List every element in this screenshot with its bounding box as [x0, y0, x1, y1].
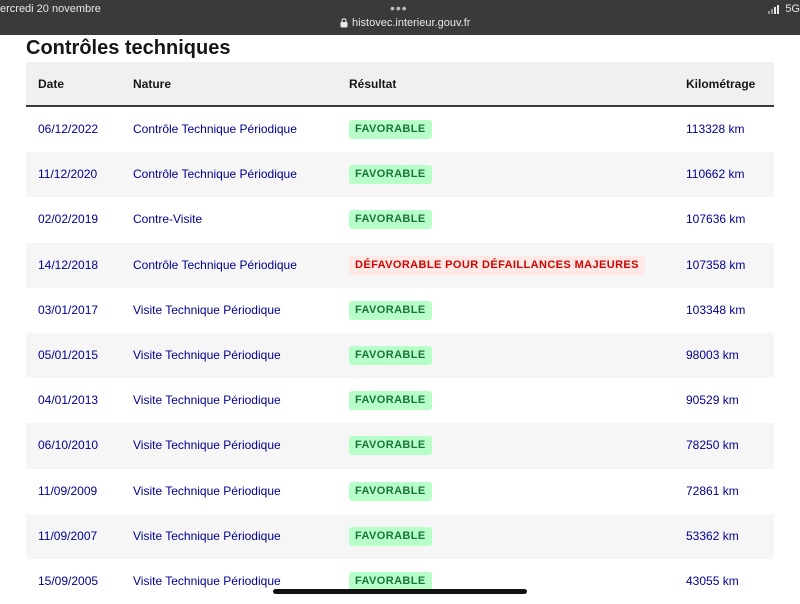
- result-badge: FAVORABLE: [349, 345, 432, 365]
- row-nature: Visite Technique Périodique: [133, 573, 281, 588]
- browser-status-bar: ercredi 20 novembre ••• histovec.interie…: [0, 0, 800, 35]
- result-badge: FAVORABLE: [349, 165, 432, 185]
- row-mileage: 107358 km: [686, 257, 746, 272]
- more-options-icon[interactable]: •••: [390, 0, 408, 16]
- page-title: Contrôles techniques: [26, 37, 231, 59]
- table-row: 05/01/2015 Visite Technique Périodique FAV…: [26, 332, 774, 379]
- table-row: 14/12/2018 Contrôle Technique Périodique D…: [26, 242, 774, 288]
- result-badge: FAVORABLE: [349, 210, 432, 230]
- row-date: 14/12/2018: [38, 257, 99, 272]
- result-badge: FAVORABLE: [349, 120, 432, 139]
- row-date: 11/09/2009: [38, 483, 98, 498]
- status-date: ercredi 20 novembre: [0, 3, 101, 15]
- lock-icon: [340, 18, 348, 28]
- row-mileage: 43055 km: [686, 573, 739, 588]
- row-mileage: 90529 km: [686, 393, 739, 408]
- url-text: histovec.interieur.gouv.fr: [352, 17, 471, 29]
- row-date: 05/01/2015: [38, 347, 99, 362]
- table-row: 15/09/2005 Visite Technique Périodique FAV…: [26, 558, 774, 604]
- result-badge: FAVORABLE: [349, 300, 432, 320]
- row-mileage: 98003 km: [686, 347, 739, 362]
- header-nature[interactable]: Nature: [133, 62, 171, 107]
- row-date: 03/01/2017: [38, 302, 99, 317]
- row-nature: Contrôle Technique Périodique: [133, 167, 297, 182]
- result-badge: DÉFAVORABLE POUR DÉFAILLANCES MAJEURES: [349, 255, 645, 275]
- row-mileage: 107636 km: [686, 212, 746, 227]
- header-result[interactable]: Résultat: [349, 62, 396, 107]
- table-body: 06/12/2022 Contrôle Technique Périodique F…: [26, 107, 774, 604]
- row-nature: Visite Technique Périodique: [133, 483, 281, 498]
- row-nature: Visite Technique Périodique: [133, 438, 281, 453]
- address-bar[interactable]: histovec.interieur.gouv.fr: [340, 17, 470, 29]
- row-nature: Visite Technique Périodique: [133, 302, 281, 317]
- row-nature: Contre-Visite: [133, 212, 203, 227]
- page-content: Contrôles techniques Date Nature Résulta…: [0, 35, 800, 604]
- row-date: 06/12/2022: [38, 122, 99, 136]
- table-row: 06/10/2010 Visite Technique Périodique FAV…: [26, 423, 774, 469]
- table-header: Date Nature Résultat Kilométrage: [26, 62, 774, 107]
- row-date: 06/10/2010: [38, 438, 99, 453]
- row-nature: Visite Technique Périodique: [133, 347, 281, 362]
- row-nature: Contrôle Technique Périodique: [133, 257, 297, 272]
- header-date[interactable]: Date: [38, 62, 64, 107]
- result-badge: FAVORABLE: [349, 391, 432, 411]
- table-row: 03/01/2017 Visite Technique Périodique FAV…: [26, 287, 774, 333]
- row-date: 02/02/2019: [38, 212, 99, 227]
- table-row: 11/09/2007 Visite Technique Périodique FAV…: [26, 513, 774, 559]
- network-type: 5G: [785, 3, 800, 15]
- row-mileage: 72861 km: [686, 483, 739, 498]
- table-row: 04/01/2013 Visite Technique Périodique FAV…: [26, 378, 774, 424]
- row-mileage: 113328 km: [686, 122, 745, 136]
- row-mileage: 103348 km: [686, 302, 746, 317]
- result-badge: FAVORABLE: [349, 436, 432, 456]
- row-mileage: 78250 km: [686, 438, 739, 453]
- row-date: 04/01/2013: [38, 393, 99, 408]
- table-row: 06/12/2022 Contrôle Technique Périodique F…: [26, 107, 774, 153]
- result-badge: FAVORABLE: [349, 481, 432, 501]
- table-row: 02/02/2019 Contre-Visite FAVORABLE 107636 k…: [26, 197, 774, 243]
- status-indicators: 5G: [768, 3, 800, 15]
- row-nature: Contrôle Technique Périodique: [133, 122, 297, 136]
- row-date: 11/09/2007: [38, 528, 98, 543]
- result-badge: FAVORABLE: [349, 526, 432, 546]
- table-row: 11/09/2009 Visite Technique Périodique FAV…: [26, 468, 774, 514]
- row-mileage: 53362 km: [686, 528, 739, 543]
- row-nature: Visite Technique Périodique: [133, 393, 281, 408]
- row-nature: Visite Technique Périodique: [133, 528, 281, 543]
- home-indicator[interactable]: [273, 589, 527, 594]
- technical-inspections-table: Date Nature Résultat Kilométrage 06/12/2…: [26, 62, 774, 604]
- signal-icon: [768, 4, 780, 14]
- row-date: 11/12/2020: [38, 167, 98, 182]
- table-row: 11/12/2020 Contrôle Technique Périodique F…: [26, 152, 774, 198]
- header-mileage[interactable]: Kilométrage: [686, 62, 755, 107]
- row-date: 15/09/2005: [38, 573, 99, 588]
- row-mileage: 110662 km: [686, 167, 745, 182]
